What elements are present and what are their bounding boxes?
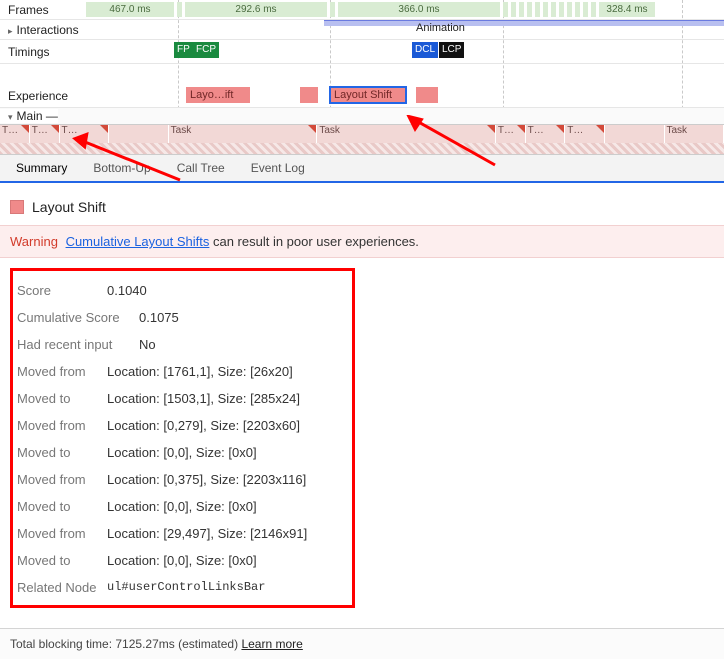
tab-summary[interactable]: Summary bbox=[6, 155, 77, 181]
task-block[interactable]: T… bbox=[0, 125, 30, 143]
frame-block[interactable]: 366.0 ms bbox=[338, 2, 500, 17]
metric-row: Moved toLocation: [0,0], Size: [0x0] bbox=[17, 547, 344, 574]
metric-row: Moved fromLocation: [29,497], Size: [214… bbox=[17, 520, 344, 547]
tab-call-tree[interactable]: Call Tree bbox=[167, 155, 235, 181]
metric-row: Score0.1040 bbox=[17, 277, 344, 304]
warning-label: Warning bbox=[10, 234, 58, 249]
animation-label: Animation bbox=[416, 22, 465, 34]
row-label-frames: Frames bbox=[0, 3, 86, 17]
frame-block[interactable]: 292.6 ms bbox=[185, 2, 327, 17]
frame-block[interactable] bbox=[551, 2, 556, 17]
frame-block[interactable] bbox=[591, 2, 596, 17]
frame-block[interactable] bbox=[177, 2, 182, 17]
task-block[interactable]: Task bbox=[317, 125, 495, 143]
frames-track[interactable]: 467.0 ms 292.6 ms 366.0 ms 328.4 ms bbox=[86, 0, 724, 19]
timing-badge-fcp[interactable]: FCP bbox=[193, 42, 219, 58]
task-hatch-pattern bbox=[0, 143, 724, 154]
metric-row: Moved toLocation: [1503,1], Size: [285x2… bbox=[17, 385, 344, 412]
metric-row: Had recent inputNo bbox=[17, 331, 344, 358]
frame-block[interactable] bbox=[503, 2, 508, 17]
frame-block[interactable] bbox=[527, 2, 532, 17]
metric-row: Related Nodeul#userControlLinksBar bbox=[17, 574, 344, 601]
metric-row: Moved toLocation: [0,0], Size: [0x0] bbox=[17, 493, 344, 520]
frame-block[interactable] bbox=[543, 2, 548, 17]
interactions-row[interactable]: Interactions Animation bbox=[0, 20, 724, 40]
task-block[interactable]: T… bbox=[565, 125, 605, 143]
frame-block[interactable] bbox=[519, 2, 524, 17]
metrics-box: Score0.1040 Cumulative Score0.1075 Had r… bbox=[10, 268, 355, 608]
panel-title-text: Layout Shift bbox=[32, 199, 106, 215]
task-block[interactable] bbox=[109, 125, 169, 143]
frame-block[interactable] bbox=[511, 2, 516, 17]
learn-more-link[interactable]: Learn more bbox=[241, 637, 302, 651]
experience-track: Layo…ift Layout Shift bbox=[86, 84, 724, 107]
metric-row: Moved fromLocation: [0,279], Size: [2203… bbox=[17, 412, 344, 439]
frame-block[interactable] bbox=[559, 2, 564, 17]
layout-shift-block-selected[interactable]: Layout Shift bbox=[330, 87, 406, 103]
timing-badge-dcl[interactable]: DCL bbox=[412, 42, 438, 58]
frame-block[interactable] bbox=[575, 2, 580, 17]
layout-shift-swatch-icon bbox=[10, 200, 24, 214]
metric-row: Moved fromLocation: [1761,1], Size: [26x… bbox=[17, 358, 344, 385]
metric-row: Moved toLocation: [0,0], Size: [0x0] bbox=[17, 439, 344, 466]
frame-block[interactable] bbox=[535, 2, 540, 17]
task-block[interactable]: T… bbox=[526, 125, 566, 143]
timing-badge-fp[interactable]: FP bbox=[174, 42, 193, 58]
task-block[interactable]: T… bbox=[496, 125, 526, 143]
timing-badge-lcp[interactable]: LCP bbox=[439, 42, 464, 58]
warning-bar: Warning Cumulative Layout Shifts can res… bbox=[0, 225, 724, 258]
animation-bar[interactable] bbox=[324, 20, 724, 26]
interactions-track: Animation bbox=[86, 20, 724, 39]
main-flame-track[interactable]: T… T… T… Task Task T… T… T… Task bbox=[0, 124, 724, 154]
footer-text: Total blocking time: 7125.27ms (estimate… bbox=[10, 637, 241, 651]
layout-shift-block-small[interactable] bbox=[300, 87, 318, 103]
task-block[interactable]: Task bbox=[169, 125, 318, 143]
frame-block[interactable] bbox=[583, 2, 588, 17]
main-row-header[interactable]: Main — bbox=[0, 108, 724, 124]
experience-row: Experience Layo…ift Layout Shift bbox=[0, 84, 724, 108]
metric-row: Moved fromLocation: [0,375], Size: [2203… bbox=[17, 466, 344, 493]
warning-link[interactable]: Cumulative Layout Shifts bbox=[66, 234, 210, 249]
task-block[interactable]: T… bbox=[30, 125, 60, 143]
summary-panel: Layout Shift Warning Cumulative Layout S… bbox=[0, 183, 724, 616]
tab-bottom-up[interactable]: Bottom-Up bbox=[83, 155, 160, 181]
panel-title: Layout Shift bbox=[10, 193, 714, 225]
row-label-experience: Experience bbox=[0, 89, 86, 103]
footer-status: Total blocking time: 7125.27ms (estimate… bbox=[0, 628, 724, 659]
layout-shift-block[interactable]: Layo…ift bbox=[186, 87, 250, 103]
frame-block[interactable]: 328.4 ms bbox=[599, 2, 655, 17]
metric-row: Cumulative Score0.1075 bbox=[17, 304, 344, 331]
task-block[interactable]: T… bbox=[60, 125, 110, 143]
frame-block[interactable] bbox=[330, 2, 335, 17]
warning-rest: can result in poor user experiences. bbox=[209, 234, 419, 249]
detail-tabs: Summary Bottom-Up Call Tree Event Log bbox=[0, 155, 724, 183]
task-block[interactable] bbox=[605, 125, 665, 143]
tab-event-log[interactable]: Event Log bbox=[241, 155, 315, 181]
related-node-link[interactable]: ul#userControlLinksBar bbox=[107, 580, 265, 595]
task-block[interactable]: Task bbox=[665, 125, 724, 143]
timings-track: FP FCP DCL LCP bbox=[86, 40, 724, 63]
timings-row: Timings FP FCP DCL LCP bbox=[0, 40, 724, 64]
frame-block[interactable]: 467.0 ms bbox=[86, 2, 174, 17]
row-label-timings: Timings bbox=[0, 45, 86, 59]
frames-row: Frames 467.0 ms 292.6 ms 366.0 ms 328.4 … bbox=[0, 0, 724, 20]
frame-block[interactable] bbox=[567, 2, 572, 17]
layout-shift-block-small[interactable] bbox=[416, 87, 438, 103]
row-label-main: Main — bbox=[0, 109, 58, 123]
timeline-panel: Frames 467.0 ms 292.6 ms 366.0 ms 328.4 … bbox=[0, 0, 724, 155]
row-label-interactions: Interactions bbox=[0, 23, 86, 37]
